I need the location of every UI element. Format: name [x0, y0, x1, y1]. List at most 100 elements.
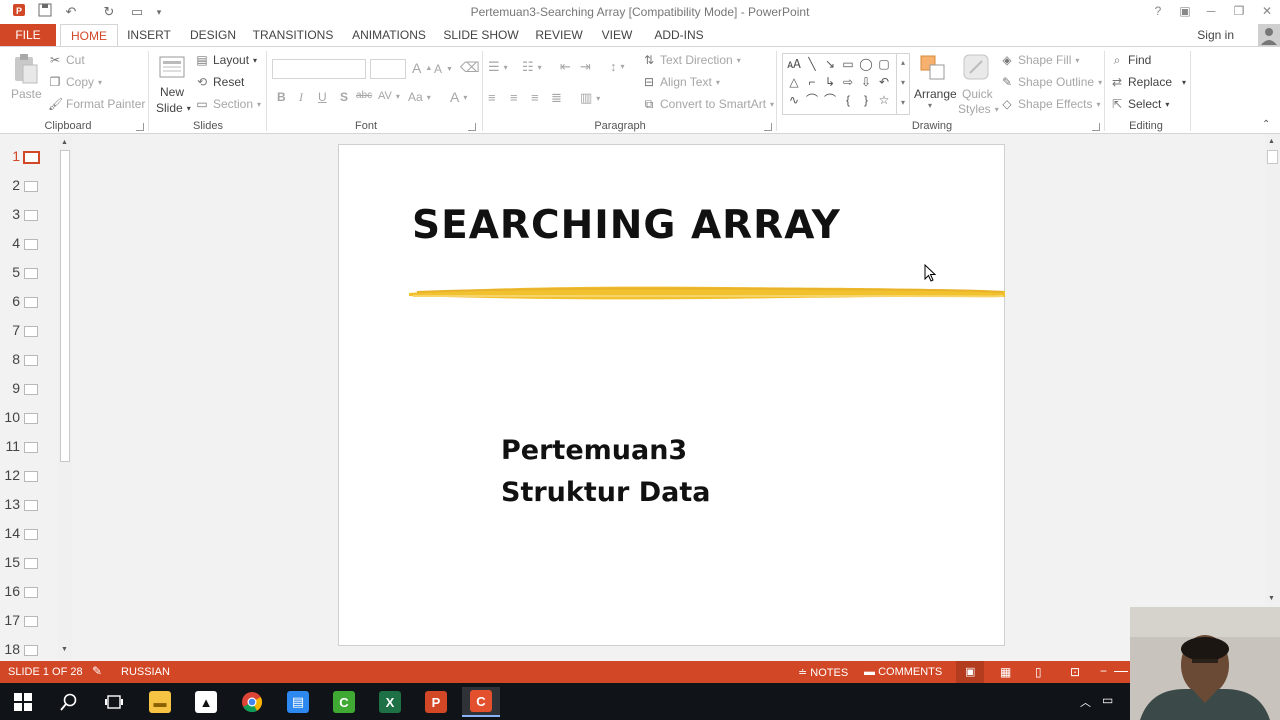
slide-thumbnail-preview[interactable]	[24, 413, 38, 424]
quick-styles-icon[interactable]	[962, 53, 992, 83]
scroll-down-icon[interactable]: ▼	[1268, 595, 1275, 602]
slide-thumbnail[interactable]: 2	[0, 173, 58, 195]
paste-icon[interactable]	[10, 53, 40, 87]
shape-effects-button[interactable]: ◇ Shape Effects ▾	[1000, 97, 1100, 111]
shapes-gallery-scroll[interactable]: ▴ ▾ ▾	[896, 53, 909, 115]
columns-icon[interactable]: ▥ ▾	[580, 90, 600, 106]
slide-thumbnail-preview[interactable]	[24, 239, 38, 250]
restore-icon[interactable]: ❐	[1226, 2, 1252, 20]
tab-file[interactable]: FILE	[0, 24, 56, 46]
show-hidden-icons[interactable]: ︿	[1080, 694, 1091, 710]
underline-button[interactable]: U	[318, 90, 327, 104]
font-launcher-icon[interactable]	[468, 123, 476, 131]
slide-thumbnail[interactable]: 8	[0, 347, 58, 369]
tab-review[interactable]: REVIEW	[532, 24, 586, 46]
shrink-font-button[interactable]: A ▼	[434, 62, 453, 76]
numbering-icon[interactable]: ☷ ▾	[522, 59, 542, 75]
clear-formatting-icon[interactable]: ⌫	[460, 59, 480, 76]
font-color-button[interactable]: A ▾	[450, 89, 467, 105]
slide-canvas[interactable]: SEARCHING ARRAY Pertemuan3 Struktur Data	[338, 144, 1005, 646]
format-painter-button[interactable]: 🖌 Format Painter	[48, 97, 145, 111]
slide-thumbnail[interactable]: 9	[0, 376, 58, 398]
scrollbar-thumb[interactable]	[60, 150, 70, 462]
chrome-button[interactable]	[233, 687, 271, 717]
oval-shape-icon[interactable]: ◯	[857, 55, 875, 73]
bold-button[interactable]: B	[277, 90, 286, 104]
slide-thumbnail[interactable]: 5	[0, 260, 58, 282]
camtasia-editor-button[interactable]: C	[462, 687, 500, 717]
align-right-icon[interactable]: ≡	[531, 90, 539, 105]
shape-fill-button[interactable]: ◈ Shape Fill ▾	[1000, 53, 1079, 67]
curved-shape-icon[interactable]: ↶	[875, 73, 893, 91]
comments-button[interactable]: ▬ COMMENTS	[864, 666, 942, 678]
slide-thumbnail[interactable]: 1	[0, 144, 58, 166]
notes-button[interactable]: ≐ NOTES	[798, 666, 848, 679]
slide-thumbnail-preview[interactable]	[24, 500, 38, 511]
align-text-button[interactable]: ⊟ Align Text ▾	[642, 75, 720, 89]
slide-thumbnail[interactable]: 13	[0, 492, 58, 514]
star-shape-icon[interactable]: ☆	[875, 91, 893, 109]
tab-view[interactable]: VIEW	[598, 24, 636, 46]
slide-thumbnail-preview[interactable]	[24, 442, 38, 453]
sign-in-link[interactable]: Sign in	[1197, 28, 1234, 42]
tab-animations[interactable]: ANIMATIONS	[348, 24, 430, 46]
bullets-icon[interactable]: ☰ ▾	[488, 59, 508, 75]
align-left-icon[interactable]: ≡	[488, 90, 496, 105]
italic-button[interactable]: I	[299, 90, 303, 105]
arrow-shape-icon[interactable]: ↘	[821, 55, 839, 73]
text-box-shape-icon[interactable]: 🗚	[785, 55, 803, 73]
justify-icon[interactable]: ≣	[551, 90, 562, 106]
slide-thumbnail-preview[interactable]	[24, 210, 38, 221]
slide-thumbnail[interactable]: 12	[0, 463, 58, 485]
cut-button[interactable]: ✂ Cut	[48, 53, 85, 67]
right-brace-shape-icon[interactable]: }	[857, 91, 875, 109]
shadow-button[interactable]: S	[340, 90, 348, 104]
zoom-out-icon[interactable]: −	[1100, 664, 1107, 678]
slide-thumbnail-preview[interactable]	[24, 268, 38, 279]
paste-button[interactable]: Paste	[11, 87, 42, 101]
tab-transitions[interactable]: TRANSITIONS	[252, 24, 334, 46]
slide-thumbnail[interactable]: 6	[0, 289, 58, 311]
slide-thumbnail-preview[interactable]	[24, 587, 38, 598]
tab-insert[interactable]: INSERT	[124, 24, 174, 46]
slide-thumbnail[interactable]: 4	[0, 231, 58, 253]
thumbnails-scrollbar[interactable]: ▲ ▼	[58, 136, 72, 659]
quick-styles-label-1[interactable]: Quick	[962, 87, 993, 101]
close-icon[interactable]: ✕	[1254, 2, 1280, 20]
arrange-button[interactable]: Arrange	[914, 87, 957, 101]
excel-button[interactable]: X	[371, 687, 409, 717]
file-explorer-button[interactable]: ▬	[141, 687, 179, 717]
slide-thumbnail-preview[interactable]	[24, 181, 38, 192]
network-app-button[interactable]: ▤	[279, 687, 317, 717]
font-name-combo[interactable]	[272, 59, 366, 79]
down-arrow-shape-icon[interactable]: ⇩	[857, 73, 875, 91]
reading-view-icon[interactable]: ▯	[1035, 665, 1042, 679]
slide-thumbnail-preview[interactable]	[24, 355, 38, 366]
search-button[interactable]	[50, 687, 88, 717]
slide-thumbnail[interactable]: 16	[0, 579, 58, 601]
grow-font-button[interactable]: A ▲	[412, 60, 432, 76]
slide-subtitle[interactable]: Pertemuan3 Struktur Data	[501, 430, 710, 514]
language-indicator[interactable]: RUSSIAN	[121, 666, 170, 678]
collapse-ribbon-icon[interactable]: ⌃	[1262, 119, 1270, 130]
new-slide-button[interactable]: Slide ▾	[156, 101, 191, 115]
text-direction-button[interactable]: ⇅ Text Direction ▾	[642, 53, 741, 67]
zoom-slider[interactable]	[1114, 671, 1128, 672]
quick-styles-button[interactable]: Styles ▾	[958, 102, 999, 116]
right-arrow-shape-icon[interactable]: ⇨	[839, 73, 857, 91]
task-view-button[interactable]	[95, 687, 133, 717]
tab-slide-show[interactable]: SLIDE SHOW	[442, 24, 520, 46]
scroll-up-icon[interactable]: ▲	[1268, 138, 1275, 145]
slide-thumbnail[interactable]: 14	[0, 521, 58, 543]
slide-thumbnail[interactable]: 15	[0, 550, 58, 572]
shape-outline-button[interactable]: ✎ Shape Outline ▾	[1000, 75, 1102, 89]
font-size-combo[interactable]	[370, 59, 406, 79]
start-button[interactable]	[4, 687, 42, 717]
increase-indent-icon[interactable]: ⇥	[580, 59, 591, 75]
slide-thumbnail-preview[interactable]	[24, 558, 38, 569]
ribbon-display-options-icon[interactable]: ▣	[1172, 2, 1198, 20]
slide-thumbnail-preview[interactable]	[24, 529, 38, 540]
section-button[interactable]: ▭ Section ▾	[195, 97, 261, 111]
convert-smartart-button[interactable]: ⧉ Convert to SmartArt ▾	[642, 97, 774, 111]
photos-button[interactable]: ▲	[187, 687, 225, 717]
